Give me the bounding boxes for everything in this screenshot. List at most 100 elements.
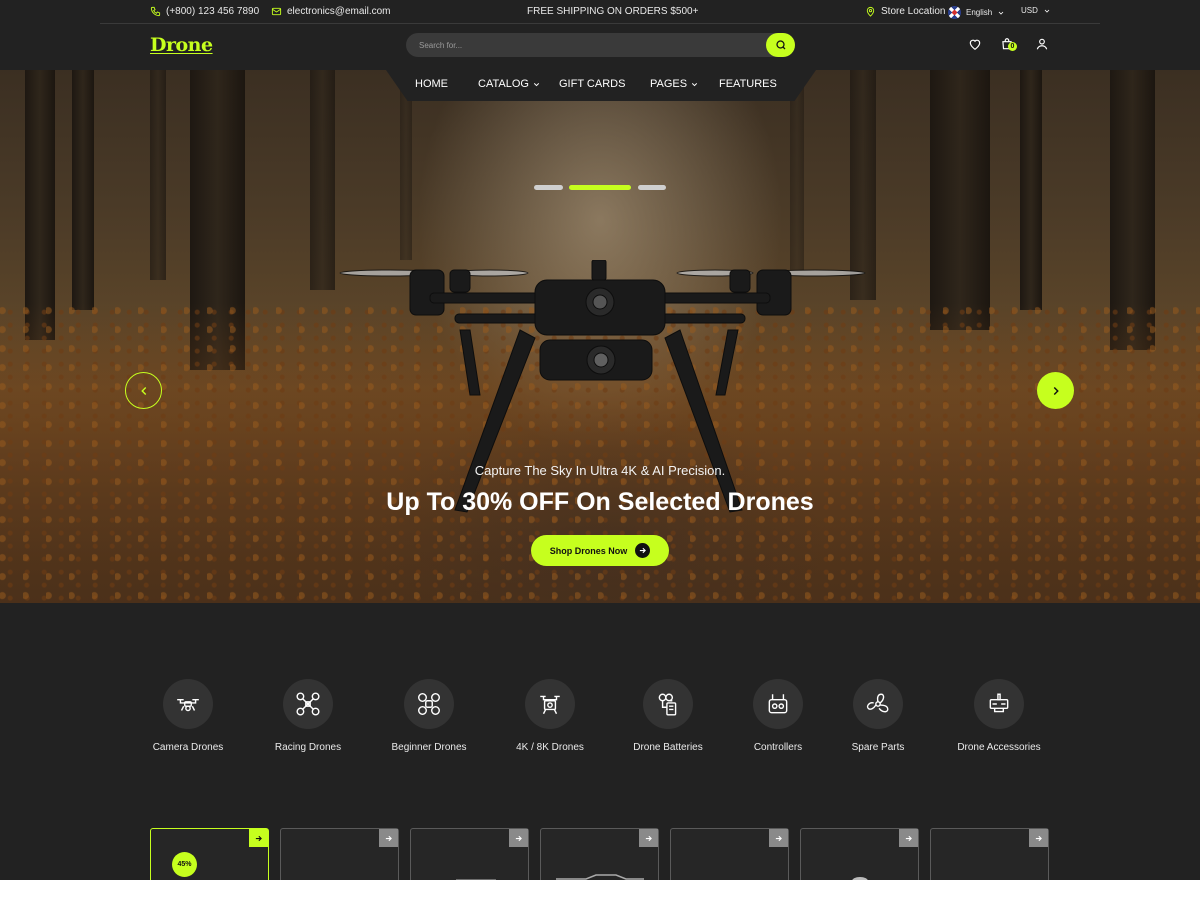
chevron-down-icon — [533, 82, 540, 86]
site-logo[interactable]: Drone — [150, 34, 213, 56]
page: (+800) 123 456 7890 electronics@email.co… — [0, 0, 1200, 880]
category-label: Drone Batteries — [633, 742, 703, 753]
category-label: Camera Drones — [152, 742, 224, 753]
category-4k-8k-drones[interactable]: 4K / 8K Drones — [500, 679, 600, 753]
category-drone-accessories[interactable]: Drone Accessories — [949, 679, 1049, 753]
phone-number: (+800) 123 456 7890 — [166, 6, 260, 17]
category-camera-drones[interactable]: Camera Drones — [138, 679, 238, 753]
category-label: 4K / 8K Drones — [516, 742, 584, 753]
arrow-right-icon — [775, 835, 782, 841]
camera-drone-icon — [163, 679, 213, 729]
slide-dot-1[interactable] — [534, 185, 563, 190]
product-card[interactable] — [540, 828, 659, 880]
search-button[interactable] — [766, 33, 795, 57]
tree-trunk — [25, 70, 55, 340]
shop-drones-button[interactable]: Shop Drones Now — [531, 535, 669, 566]
arrow-right-icon — [645, 835, 652, 841]
nav-home[interactable]: HOME — [415, 78, 448, 90]
nav-features[interactable]: FEATURES — [719, 78, 777, 90]
product-card[interactable] — [800, 828, 919, 880]
card-arrow-button[interactable] — [249, 829, 268, 847]
beginner-drone-icon — [404, 679, 454, 729]
chevron-right-icon — [1053, 386, 1059, 395]
controller-icon — [753, 679, 803, 729]
chevron-down-icon — [998, 11, 1004, 15]
phone-contact[interactable]: (+800) 123 456 7890 — [150, 6, 259, 17]
heart-icon — [968, 37, 982, 56]
currency-label: USD — [1021, 6, 1038, 15]
phone-icon — [150, 6, 161, 17]
nav-catalog[interactable]: CATALOG — [478, 78, 541, 90]
search-icon — [775, 40, 785, 50]
slider-prev-button[interactable] — [125, 372, 162, 409]
currency-select[interactable]: USD — [1021, 6, 1051, 15]
product-card[interactable] — [410, 828, 529, 880]
arrow-right-icon — [905, 835, 912, 841]
card-arrow-button[interactable] — [639, 829, 658, 847]
arrow-right-icon — [385, 835, 392, 841]
search-input[interactable] — [406, 33, 766, 57]
card-arrow-button[interactable] — [509, 829, 528, 847]
card-arrow-button[interactable] — [379, 829, 398, 847]
card-arrow-button[interactable] — [899, 829, 918, 847]
card-arrow-button[interactable] — [769, 829, 788, 847]
accessory-icon — [974, 679, 1024, 729]
search-bar — [406, 33, 795, 57]
drone-thumbnail — [456, 879, 496, 880]
chevron-left-icon — [140, 386, 146, 395]
battery-icon — [643, 679, 693, 729]
product-card[interactable] — [280, 828, 399, 880]
chevron-down-icon — [1044, 9, 1050, 13]
store-location-label: Store Location — [881, 6, 946, 17]
tree-trunk — [310, 70, 335, 290]
location-pin-icon — [866, 6, 875, 17]
wishlist-button[interactable] — [968, 37, 982, 56]
category-spare-parts[interactable]: Spare Parts — [828, 679, 928, 753]
category-label: Spare Parts — [851, 742, 905, 753]
shipping-promo: FREE SHIPPING ON ORDERS $500+ — [527, 6, 698, 17]
arrow-right-icon — [1035, 835, 1042, 841]
category-label: Drone Accessories — [957, 742, 1041, 753]
category-label: Controllers — [753, 742, 803, 753]
hero-subtitle: Capture The Sky In Ultra 4K & AI Precisi… — [474, 463, 726, 478]
arrow-right-icon — [515, 835, 522, 841]
tree-trunk — [930, 70, 990, 330]
category-controllers[interactable]: Controllers — [728, 679, 828, 753]
slide-dot-2-active[interactable] — [569, 185, 631, 190]
nav-gift-cards-label: GIFT CARDS — [559, 78, 626, 90]
category-label: Beginner Drones — [391, 742, 467, 753]
email-address: electronics@email.com — [287, 6, 391, 17]
discount-badge: 45% — [172, 852, 197, 877]
category-drone-batteries[interactable]: Drone Batteries — [618, 679, 718, 753]
slider-next-button[interactable] — [1037, 372, 1074, 409]
arrow-right-icon — [255, 835, 262, 841]
product-card[interactable] — [930, 828, 1049, 880]
category-label: Racing Drones — [274, 742, 342, 753]
promo-text: FREE SHIPPING ON ORDERS $500+ — [527, 6, 699, 17]
language-label: English — [966, 8, 993, 17]
nav-pages-label: PAGES — [650, 78, 688, 90]
product-card[interactable]: 45% — [150, 828, 269, 880]
nav-catalog-label: CATALOG — [478, 78, 529, 90]
hero-title: Up To 30% OFF On Selected Drones — [386, 488, 814, 516]
top-bar: (+800) 123 456 7890 electronics@email.co… — [100, 0, 1100, 24]
email-contact[interactable]: electronics@email.com — [271, 6, 391, 17]
slide-dot-3[interactable] — [638, 185, 666, 190]
card-arrow-button[interactable] — [1029, 829, 1048, 847]
mail-icon — [271, 7, 282, 16]
category-beginner-drones[interactable]: Beginner Drones — [379, 679, 479, 753]
racing-drone-icon — [283, 679, 333, 729]
nav-pages[interactable]: PAGES — [650, 78, 699, 90]
nav-features-label: FEATURES — [719, 78, 777, 90]
hero-banner — [0, 70, 1200, 603]
nav-home-label: HOME — [415, 78, 448, 90]
header: Drone — [0, 24, 1200, 70]
4k-drone-icon — [525, 679, 575, 729]
account-button[interactable] — [1035, 37, 1049, 56]
nav-gift-cards[interactable]: GIFT CARDS — [559, 78, 625, 90]
product-card[interactable] — [670, 828, 789, 880]
store-location-link[interactable]: Store Location — [865, 6, 946, 17]
category-racing-drones[interactable]: Racing Drones — [258, 679, 358, 753]
language-select[interactable]: English — [948, 6, 1005, 19]
cta-label: Shop Drones Now — [549, 545, 628, 556]
